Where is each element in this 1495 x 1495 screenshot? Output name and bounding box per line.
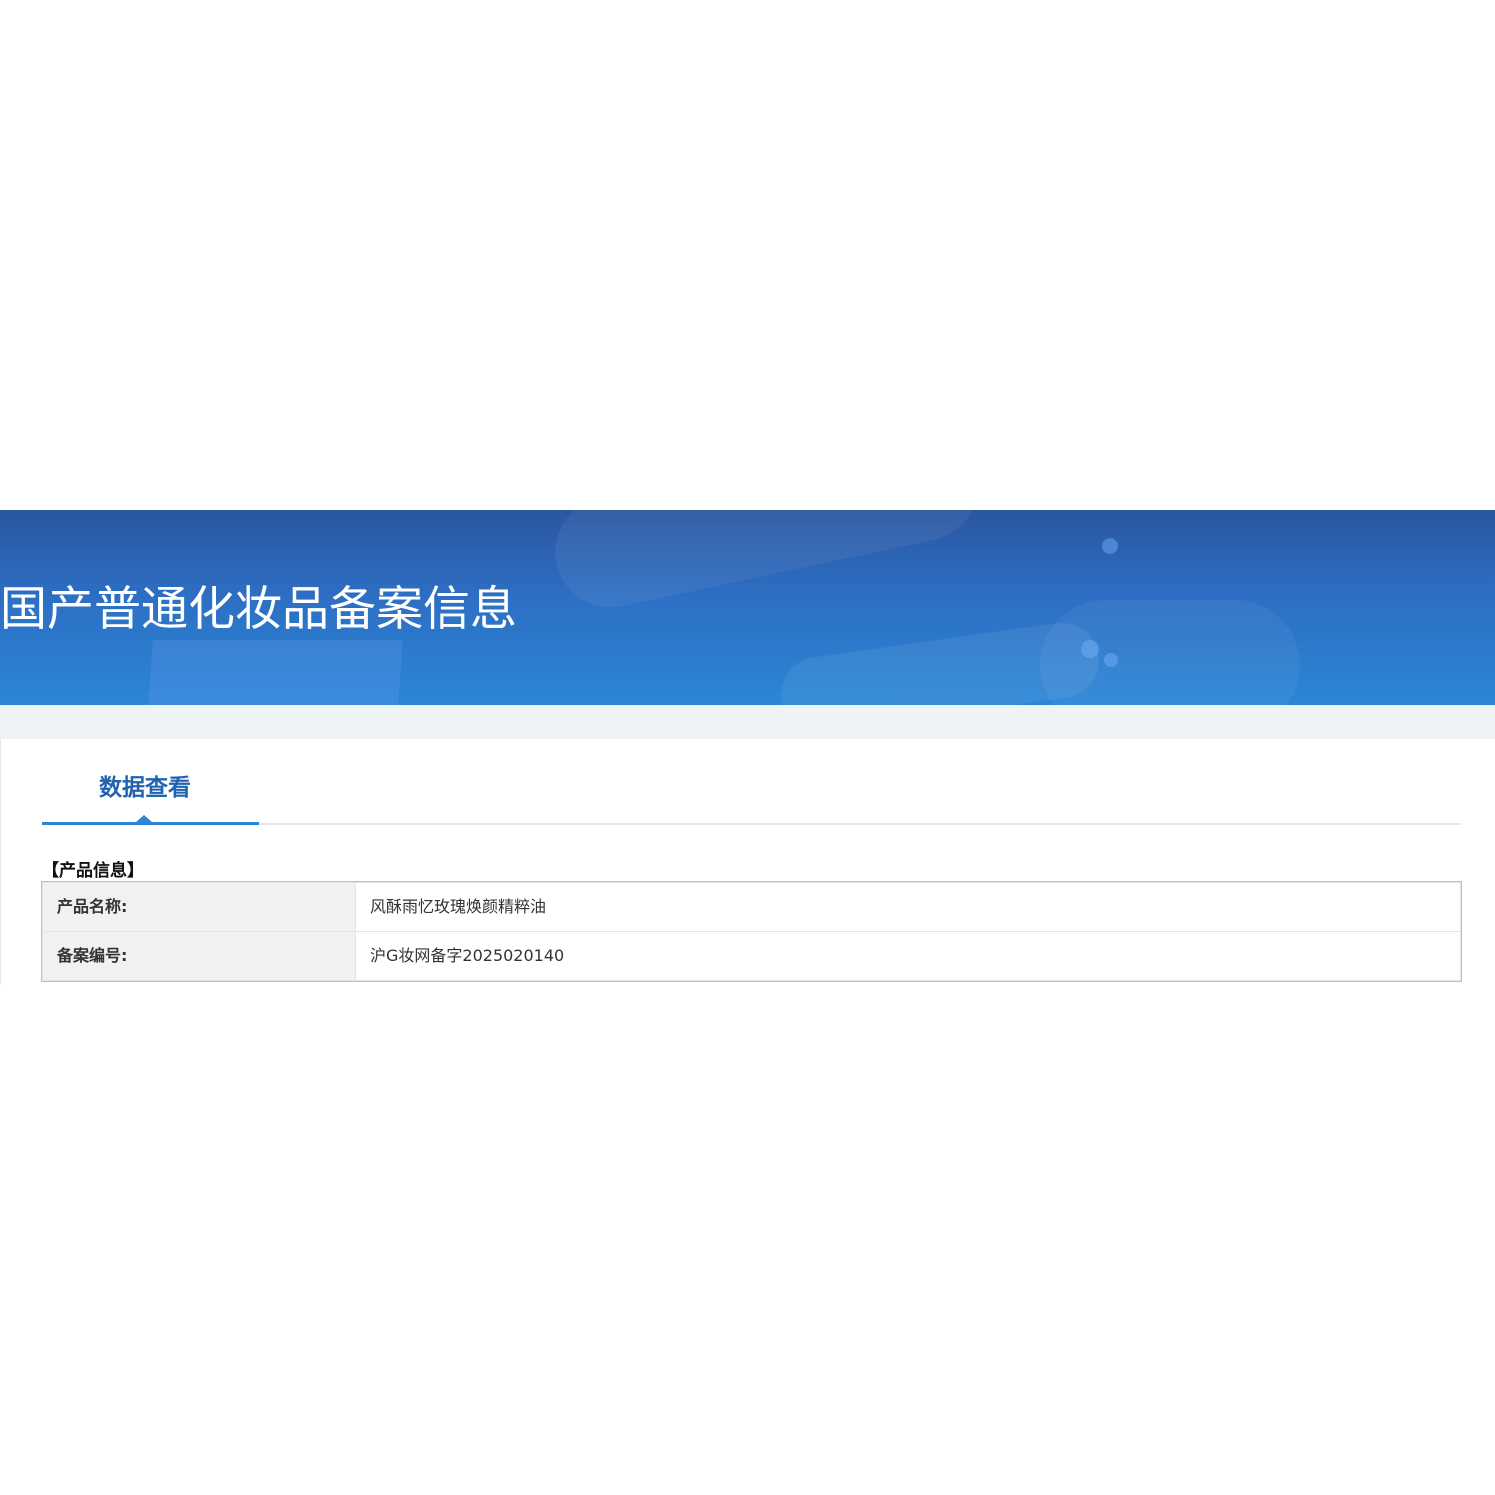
tab-data-view[interactable]: 数据查看 (42, 739, 259, 827)
main-content: 数据查看 【产品信息】 产品名称: 风酥雨忆玫瑰焕颜精粹油 备案编号: 沪G妆网… (0, 739, 1495, 985)
field-label-filing-number: 备案编号: (42, 931, 356, 981)
banner-decoration-dot (1081, 640, 1099, 658)
table-row: 备案编号: 沪G妆网备字2025020140 (42, 931, 1461, 981)
header-banner: 国产普通化妆品备案信息 (0, 510, 1495, 705)
tab-bar-divider (259, 823, 1461, 825)
page-canvas: 国产普通化妆品备案信息 数据查看 【产品信息】 产品名称: 风酥雨忆玫瑰焕颜精粹… (0, 0, 1495, 1495)
page-title: 国产普通化妆品备案信息 (0, 582, 517, 637)
tab-bar: 数据查看 (42, 739, 1461, 827)
tab-label: 数据查看 (99, 775, 191, 801)
banner-decoration-shape (1040, 600, 1300, 705)
banner-decoration-dot (1104, 653, 1118, 667)
banner-decoration-shape (147, 640, 403, 705)
table-row: 产品名称: 风酥雨忆玫瑰焕颜精粹油 (42, 882, 1461, 932)
banner-decoration-dot (1102, 538, 1118, 554)
field-value-product-name: 风酥雨忆玫瑰焕颜精粹油 (355, 882, 1461, 932)
section-title-product-info: 【产品信息】 (42, 861, 144, 881)
field-value-filing-number: 沪G妆网备字2025020140 (355, 931, 1461, 981)
banner-decoration-shape (776, 618, 1104, 705)
banner-bottom-strip (0, 705, 1495, 739)
active-tab-arrow-icon (135, 815, 153, 823)
field-label-product-name: 产品名称: (42, 882, 356, 932)
banner-decoration-shape (545, 510, 989, 618)
product-info-table: 产品名称: 风酥雨忆玫瑰焕颜精粹油 备案编号: 沪G妆网备字2025020140 (42, 882, 1461, 981)
